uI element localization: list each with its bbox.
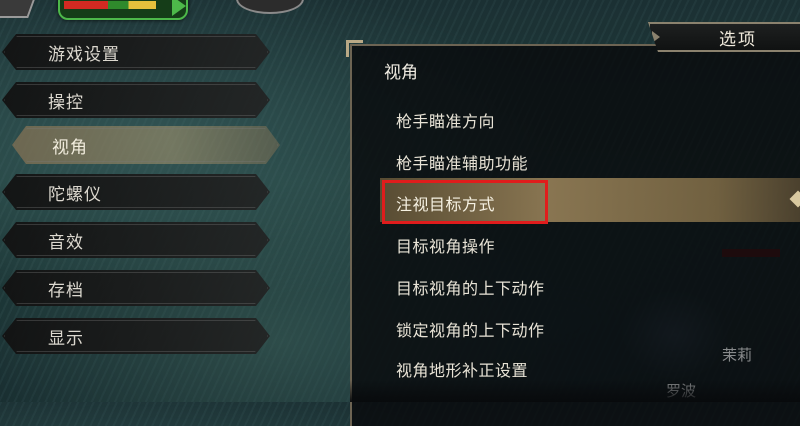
- menu-item-gyro[interactable]: 陀螺仪: [2, 174, 270, 210]
- menu-item-label: 视角: [52, 137, 88, 158]
- menu-item-sound[interactable]: 音效: [2, 222, 270, 258]
- health-bar: [58, 0, 188, 20]
- menu-item-label: 操控: [48, 92, 84, 113]
- tab-options[interactable]: 选项: [648, 22, 800, 52]
- list-scroll-fade: [350, 380, 800, 402]
- tab-marker-icon: [652, 31, 660, 43]
- tab-title: 选项: [719, 29, 757, 50]
- menu-item-save[interactable]: 存档: [2, 270, 270, 306]
- option-camera-terrain-correction[interactable]: 视角地形补正设置: [396, 357, 528, 381]
- option-gunner-aim-direction[interactable]: 枪手瞄准方向: [396, 108, 495, 132]
- option-gunner-aim-assist[interactable]: 枪手瞄准辅助功能: [396, 150, 528, 174]
- health-bar-fill: [64, 1, 156, 9]
- menu-item-label: 存档: [48, 280, 84, 301]
- option-lock-camera-vertical[interactable]: 锁定视角的上下动作: [396, 317, 545, 341]
- npc-name-label: 茉莉: [722, 346, 753, 364]
- menu-item-label: 音效: [48, 232, 84, 253]
- option-target-camera-vertical[interactable]: 目标视角的上下动作: [396, 275, 545, 299]
- menu-item-label: 游戏设置: [48, 44, 120, 65]
- section-title: 视角: [384, 63, 418, 83]
- weapon-emblem-icon: [0, 0, 40, 18]
- menu-item-display[interactable]: 显示: [2, 318, 270, 354]
- menu-item-camera[interactable]: 视角: [12, 126, 280, 164]
- menu-item-controls[interactable]: 操控: [2, 82, 270, 118]
- menu-item-game-settings[interactable]: 游戏设置: [2, 34, 270, 70]
- option-target-camera-control[interactable]: 目标视角操作: [396, 233, 495, 257]
- stamina-gauge-icon: [236, 0, 304, 14]
- highlight-annotation-frame: [382, 180, 548, 224]
- menu-item-label: 显示: [48, 328, 84, 349]
- menu-item-label: 陀螺仪: [48, 184, 102, 205]
- panel-corner-ornament-icon: [346, 40, 363, 57]
- health-bar-arrow-icon: [172, 0, 186, 16]
